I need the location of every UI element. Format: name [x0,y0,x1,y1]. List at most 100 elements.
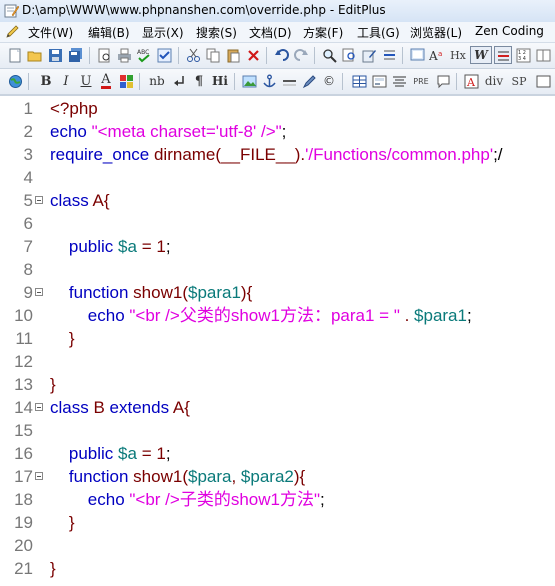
save-all-icon[interactable] [66,46,84,64]
print-preview-icon[interactable] [95,46,113,64]
open-folder-icon[interactable] [26,46,44,64]
line-number: 13 [14,375,33,394]
menu-file[interactable]: 文件(W) [28,24,73,41]
color-grid-icon[interactable] [117,72,135,90]
check-mark-icon[interactable] [155,46,173,64]
goto-line-icon[interactable] [380,46,398,64]
code-text: } [50,513,75,532]
token-keyword: public [50,237,119,256]
code-line: 3 require_once dirname(__FILE__).'/Funct… [0,143,555,166]
font-color-button[interactable]: A [97,72,115,90]
line-number: 9 [23,283,33,302]
code-line: 4 [0,166,555,189]
redo-icon[interactable] [292,46,310,64]
menu-browser[interactable]: 浏览器(L) [410,24,462,41]
token-number: 1 [156,444,166,463]
fold-toggle[interactable] [35,288,43,296]
pre-button[interactable]: PRE [410,72,432,90]
svg-text:A: A [466,76,476,89]
browser-globe-icon[interactable] [6,72,24,90]
code-text: } [50,375,56,394]
copy-icon[interactable] [204,46,222,64]
window-title: D:\amp\WWW\www.phpnanshen.com\override.p… [22,3,386,17]
comment-icon[interactable] [434,72,452,90]
menu-search[interactable]: 搜索(S) [196,24,237,41]
fold-toggle[interactable] [35,472,43,480]
code-text: public $a = 1; [50,235,171,258]
toolbar-separator [402,47,403,64]
line-break-icon[interactable] [170,72,188,90]
toolbar-separator [266,47,267,64]
table-icon[interactable] [350,72,368,90]
toolbar-separator [178,47,179,64]
token-operator: . [399,306,415,325]
token-keyword: echo [50,122,92,141]
bold-button[interactable]: B [37,72,55,90]
nbsp-button[interactable]: nb [146,72,168,90]
delete-icon[interactable] [244,46,262,64]
pen-icon[interactable] [300,72,318,90]
bold-label: B [40,73,52,89]
line-number: 16 [14,444,33,463]
menu-document[interactable]: 文档(D) [249,24,292,41]
span-button[interactable]: SP [508,72,530,90]
font-tag-icon[interactable]: A [462,72,480,90]
toolbar-separator [456,73,457,90]
horizontal-rule-icon[interactable] [280,72,298,90]
more-tools-icon[interactable] [534,72,552,90]
paragraph-icon[interactable]: ¶ [190,72,208,90]
token-punct: ;/ [493,145,503,164]
spell-check-icon[interactable]: ABC [135,46,153,64]
screen-font-icon[interactable] [408,46,426,64]
printer-font-icon[interactable]: Aa [428,46,446,64]
menu-edit[interactable]: 编辑(B) [88,24,130,41]
code-editor[interactable]: 1 <?php 2 echo "<meta charset='utf-8' />… [0,95,555,586]
replace-icon[interactable] [340,46,358,64]
toolbar-separator [234,73,235,90]
code-line: 5 class A{ [0,189,555,212]
code-line: 1 <?php [0,97,555,120]
find-icon[interactable] [320,46,338,64]
paste-icon[interactable] [224,46,242,64]
menu-zen-coding[interactable]: Zen Coding [475,24,544,38]
code-text: echo "<br />子类的show1方法"; [50,488,325,511]
anchor-icon[interactable] [260,72,278,90]
token-keyword: class [50,398,94,417]
line-number: 11 [15,329,33,348]
menu-project[interactable]: 方案(F) [303,24,343,41]
image-icon[interactable] [240,72,258,90]
fold-toggle[interactable] [35,196,43,204]
svg-text:A: A [429,49,438,63]
italic-button[interactable]: I [57,72,75,90]
hi-label: Hi [212,74,228,88]
fold-toggle[interactable] [35,403,43,411]
underline-button[interactable]: U [77,72,95,90]
undo-icon[interactable] [272,46,290,64]
line-number-icon[interactable]: 1 23 4 [514,46,532,64]
center-align-icon[interactable] [390,72,408,90]
find-in-files-icon[interactable] [360,46,378,64]
pencil-icon[interactable] [5,24,20,39]
hex-viewer-icon[interactable]: Hx [448,46,468,64]
code-text: class A{ [50,189,110,212]
heading-button[interactable]: Hi [210,72,230,90]
copyright-icon[interactable]: © [320,72,338,90]
line-number: 15 [14,421,33,440]
token-keyword: echo [50,490,130,509]
token-keyword: echo [50,306,130,325]
line-number: 19 [14,513,33,532]
code-line: 10 echo "<br />父类的show1方法：para1 = " . $p… [0,304,555,327]
sp-label: SP [511,74,527,88]
print-icon[interactable] [115,46,133,64]
new-file-icon[interactable] [6,46,24,64]
ruler-icon[interactable] [494,46,512,64]
form-icon[interactable] [370,72,388,90]
div-button[interactable]: div [482,72,506,90]
menu-view[interactable]: 显示(X) [142,24,184,41]
save-icon[interactable] [46,46,64,64]
word-wrap-icon[interactable]: W [470,46,492,64]
menu-tools[interactable]: 工具(G) [357,24,400,41]
cut-icon[interactable] [184,46,202,64]
column-select-icon[interactable] [534,46,552,64]
line-number: 6 [23,214,33,233]
